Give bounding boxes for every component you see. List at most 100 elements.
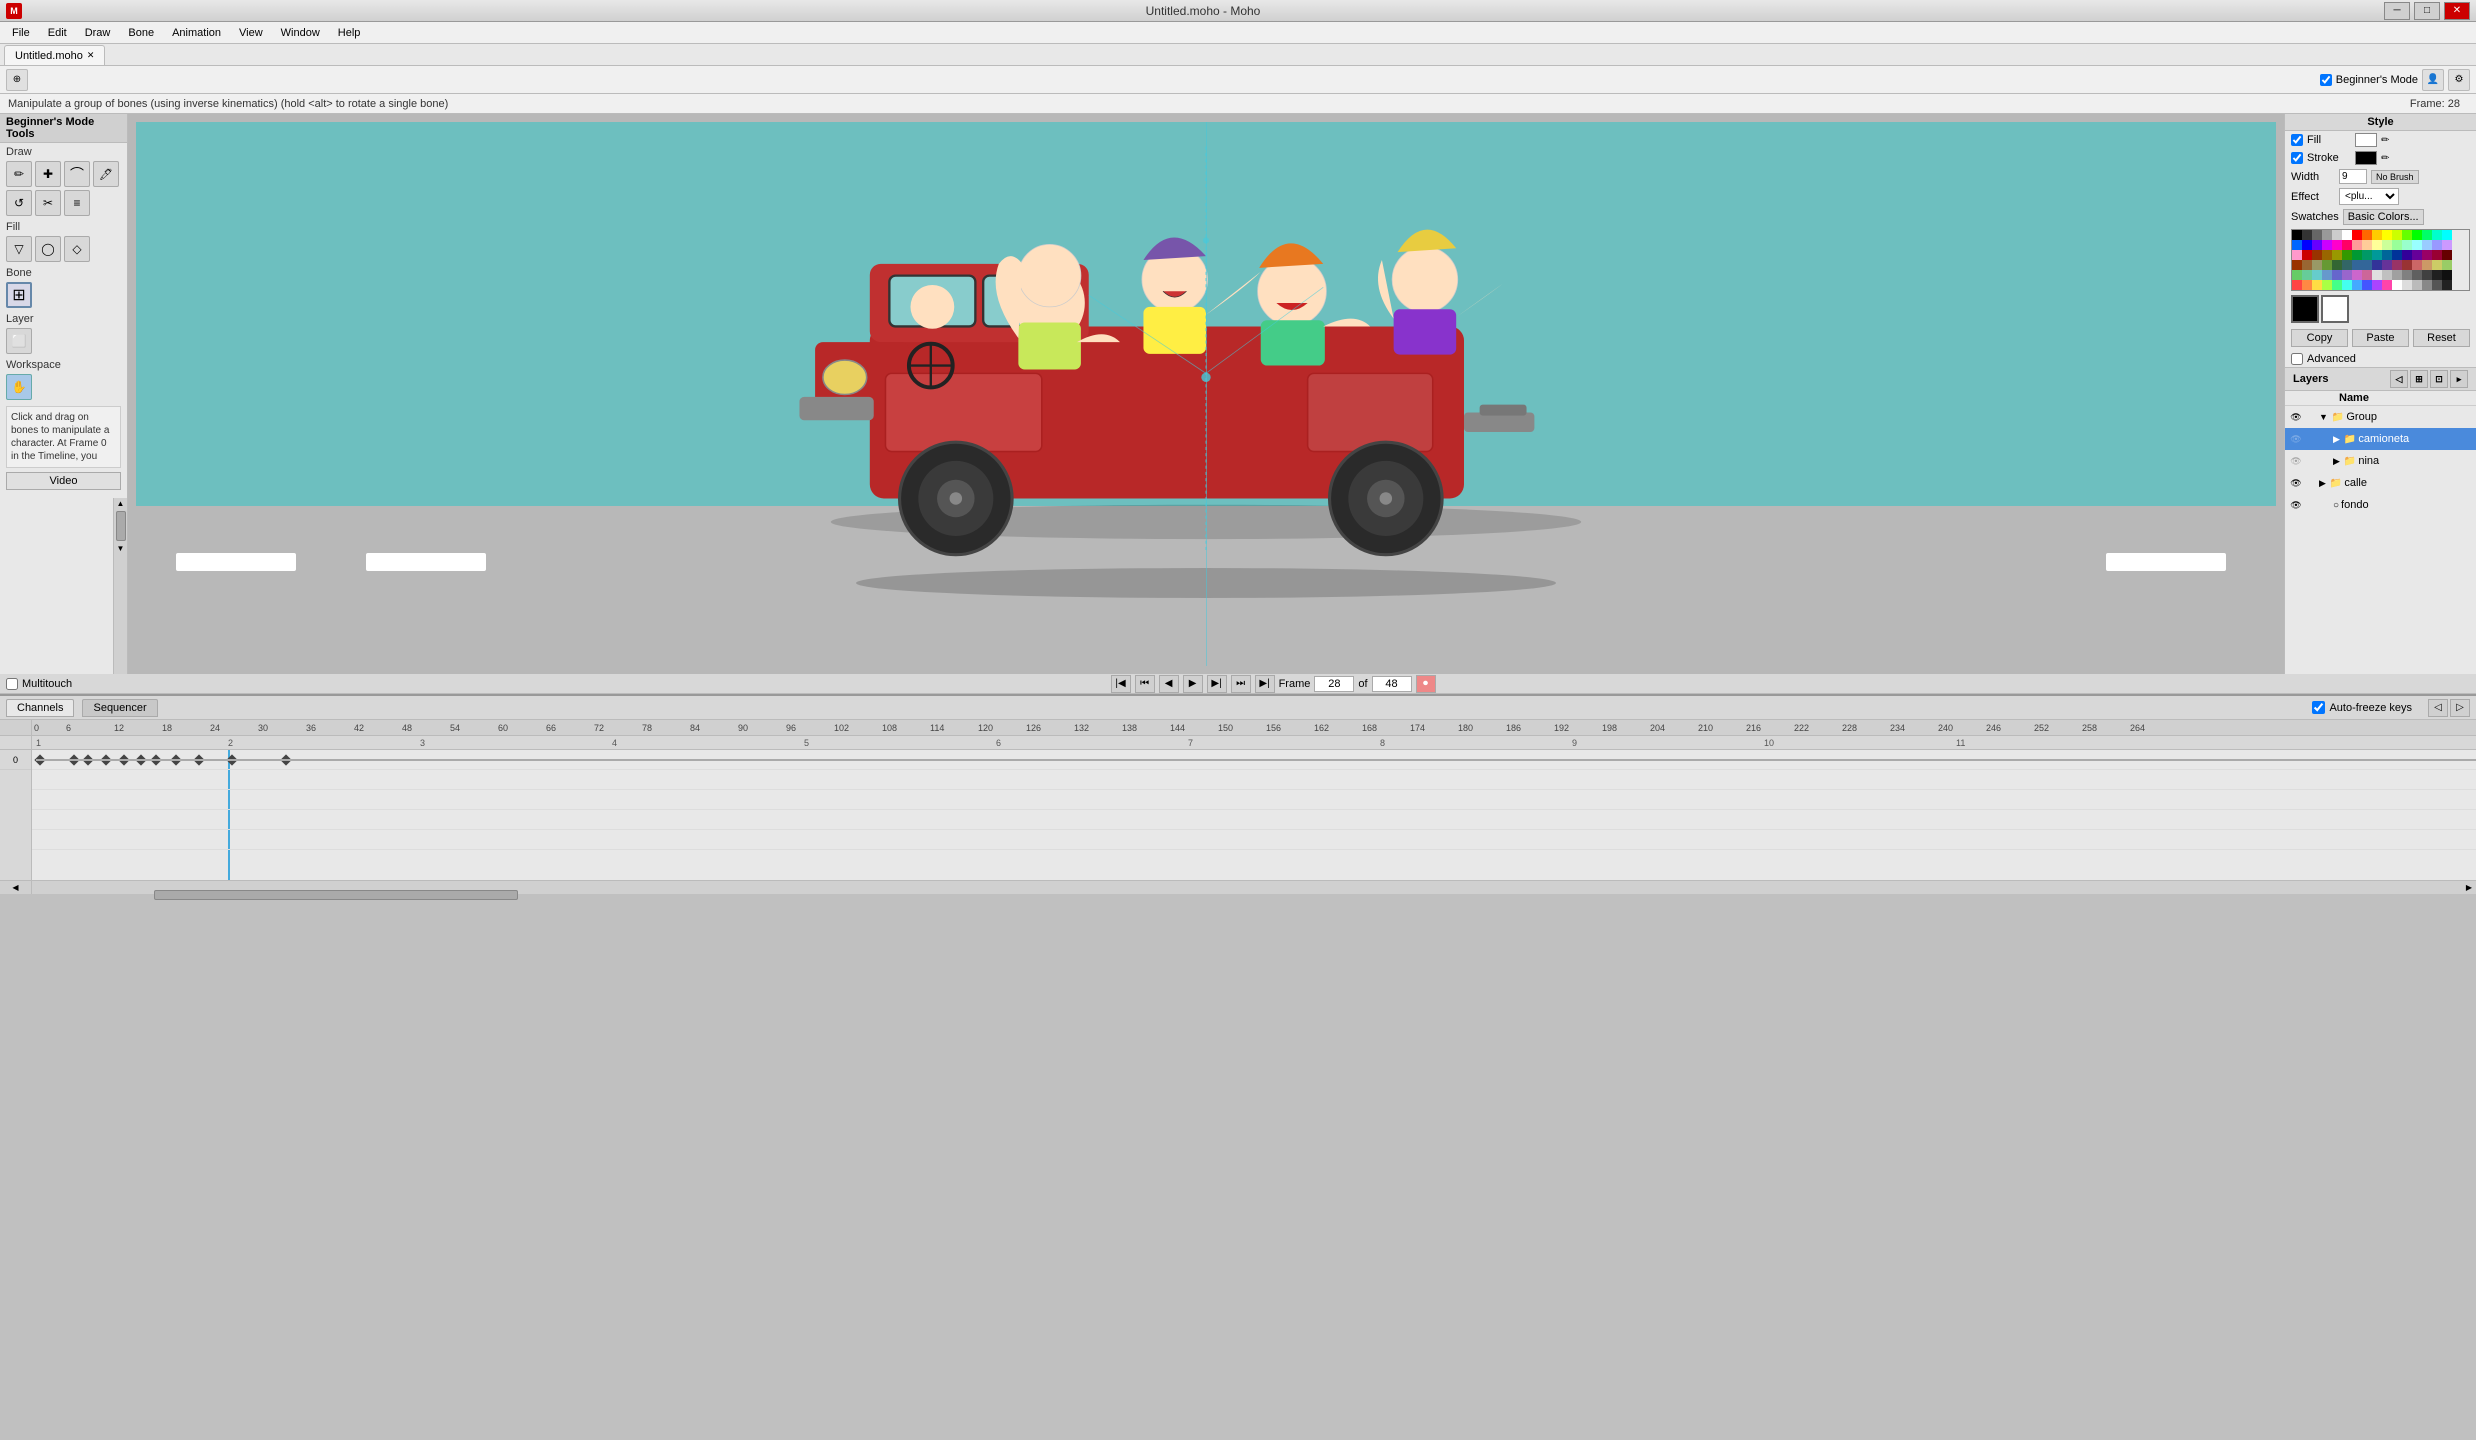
timeline-track-2[interactable] xyxy=(32,770,2476,790)
layer-nina[interactable]: 👁 ▶ 📁 nina xyxy=(2285,450,2476,472)
color-cell[interactable] xyxy=(2402,270,2412,280)
color-cell[interactable] xyxy=(2412,270,2422,280)
scroll-left-arrow[interactable]: ◀ xyxy=(0,881,32,894)
layer-fondo[interactable]: 👁 ○ fondo xyxy=(2285,494,2476,516)
color-cell[interactable] xyxy=(2352,250,2362,260)
fill-tool[interactable]: ▽ xyxy=(6,236,32,262)
frame-number-input[interactable] xyxy=(1314,676,1354,692)
color-cell[interactable] xyxy=(2352,240,2362,250)
primary-swatch[interactable] xyxy=(2291,295,2319,323)
scroll-down-arrow[interactable]: ▼ xyxy=(116,543,126,554)
video-button[interactable]: Video xyxy=(6,472,121,490)
timeline-zoom-out[interactable]: ◁ xyxy=(2428,699,2448,717)
timeline-scrollbar-h[interactable]: ◀ ▶ xyxy=(0,880,2476,894)
color-cell[interactable] xyxy=(2312,230,2322,240)
tools-scrollbar[interactable]: ▲ ▼ xyxy=(113,498,127,674)
color-cell[interactable] xyxy=(2362,280,2372,290)
color-cell[interactable] xyxy=(2362,230,2372,240)
color-cell[interactable] xyxy=(2432,280,2442,290)
reset-button[interactable]: Reset xyxy=(2413,329,2470,347)
minimize-button[interactable]: ─ xyxy=(2384,2,2410,20)
color-cell[interactable] xyxy=(2422,270,2432,280)
color-grid[interactable] xyxy=(2291,229,2470,291)
maximize-button[interactable]: □ xyxy=(2414,2,2440,20)
color-cell[interactable] xyxy=(2332,280,2342,290)
freehand-tool[interactable]: ✏ xyxy=(6,161,32,187)
canvas-viewport[interactable] xyxy=(136,122,2276,666)
color-cell[interactable] xyxy=(2322,260,2332,270)
color-cell[interactable] xyxy=(2412,250,2422,260)
color-cell[interactable] xyxy=(2352,230,2362,240)
layers-expand-btn[interactable]: ▸ xyxy=(2450,370,2468,388)
menu-help[interactable]: Help xyxy=(330,25,369,41)
layer-camioneta[interactable]: 👁 ▶ 📁 camioneta xyxy=(2285,428,2476,450)
layer-eye-icon[interactable]: 👁 xyxy=(2289,498,2303,512)
color-cell[interactable] xyxy=(2412,280,2422,290)
fill-color-swatch[interactable] xyxy=(2355,133,2377,147)
color-cell[interactable] xyxy=(2402,280,2412,290)
delete-tool[interactable]: ≡ xyxy=(64,190,90,216)
color-cell[interactable] xyxy=(2422,250,2432,260)
layer-eye-icon[interactable]: 👁 xyxy=(2289,410,2303,424)
timeline-track-4[interactable] xyxy=(32,810,2476,830)
settings-icon[interactable]: ⚙ xyxy=(2448,69,2470,91)
total-frames-input[interactable] xyxy=(1372,676,1412,692)
color-cell[interactable] xyxy=(2442,270,2452,280)
color-cell[interactable] xyxy=(2432,240,2442,250)
play-btn[interactable]: ▶ xyxy=(1183,675,1203,693)
color-cell[interactable] xyxy=(2362,240,2372,250)
go-end-btn[interactable]: ▶| xyxy=(1255,675,1275,693)
color-cell[interactable] xyxy=(2392,280,2402,290)
color-cell[interactable] xyxy=(2442,250,2452,260)
canvas-area[interactable] xyxy=(128,114,2284,674)
next-frame-btn[interactable]: ▶| xyxy=(1207,675,1227,693)
go-start-btn[interactable]: |◀ xyxy=(1111,675,1131,693)
color-cell[interactable] xyxy=(2442,230,2452,240)
advanced-checkbox[interactable] xyxy=(2291,353,2303,365)
color-cell[interactable] xyxy=(2292,280,2302,290)
menu-edit[interactable]: Edit xyxy=(40,25,75,41)
select-tool[interactable]: ✂ xyxy=(35,190,61,216)
color-cell[interactable] xyxy=(2342,270,2352,280)
pan-tool[interactable]: ✋ xyxy=(6,374,32,400)
timeline-track-1[interactable] xyxy=(32,750,2476,770)
stroke-edit-icon[interactable]: ✏ xyxy=(2381,153,2389,164)
prev-keyframe-btn[interactable]: ⏮ xyxy=(1135,675,1155,693)
color-cell[interactable] xyxy=(2392,240,2402,250)
layer-eye-icon[interactable]: 👁 xyxy=(2289,476,2303,490)
ink-tool[interactable]: 🖊 xyxy=(93,161,119,187)
transform-tool[interactable]: ↺ xyxy=(6,190,32,216)
color-cell[interactable] xyxy=(2382,260,2392,270)
color-cell[interactable] xyxy=(2322,280,2332,290)
color-cell[interactable] xyxy=(2432,260,2442,270)
color-cell[interactable] xyxy=(2392,250,2402,260)
layer-expand-arrow[interactable]: ▶ xyxy=(2333,434,2340,445)
layer-group[interactable]: 👁 ▼ 📁 Group xyxy=(2285,406,2476,428)
color-cell[interactable] xyxy=(2402,240,2412,250)
timeline-zoom-in[interactable]: ▷ xyxy=(2450,699,2470,717)
toolbar-icon-main[interactable]: ⊕ xyxy=(6,69,28,91)
color-cell[interactable] xyxy=(2292,240,2302,250)
color-cell[interactable] xyxy=(2422,260,2432,270)
color-cell[interactable] xyxy=(2312,240,2322,250)
color-cell[interactable] xyxy=(2412,230,2422,240)
color-cell[interactable] xyxy=(2432,250,2442,260)
color-cell[interactable] xyxy=(2332,270,2342,280)
color-cell[interactable] xyxy=(2332,250,2342,260)
multitouch-checkbox[interactable] xyxy=(6,678,18,690)
color-cell[interactable] xyxy=(2442,240,2452,250)
timeline-tracks[interactable] xyxy=(32,750,2476,880)
color-cell[interactable] xyxy=(2342,240,2352,250)
paint-tool[interactable]: ◯ xyxy=(35,236,61,262)
channels-tab[interactable]: Channels xyxy=(6,699,74,717)
color-cell[interactable] xyxy=(2302,250,2312,260)
color-cell[interactable] xyxy=(2402,250,2412,260)
color-cell[interactable] xyxy=(2302,280,2312,290)
color-cell[interactable] xyxy=(2372,230,2382,240)
layer-expand-arrow[interactable]: ▶ xyxy=(2319,478,2326,489)
width-input[interactable] xyxy=(2339,169,2367,184)
add-point-tool[interactable]: ✚ xyxy=(35,161,61,187)
color-cell[interactable] xyxy=(2382,250,2392,260)
color-cell[interactable] xyxy=(2322,250,2332,260)
color-cell[interactable] xyxy=(2292,250,2302,260)
